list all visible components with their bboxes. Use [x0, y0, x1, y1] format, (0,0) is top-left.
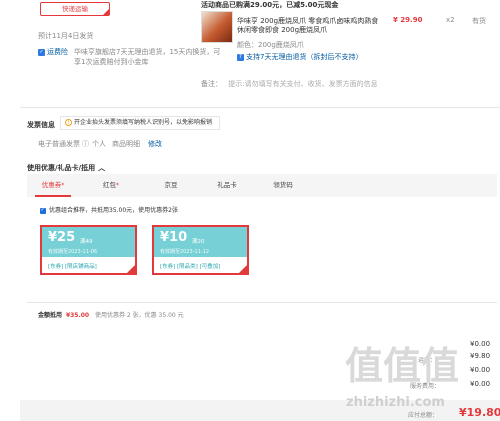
- product-name-line2[interactable]: 休闲零食即食 200g鹿烧凤爪: [237, 25, 327, 35]
- tab-jingdou[interactable]: 京豆: [143, 174, 199, 197]
- help-icon[interactable]: ⓘ: [82, 140, 89, 148]
- product-image[interactable]: [201, 11, 233, 43]
- total-row-value-1: ¥9.80: [470, 352, 491, 360]
- coupon-tags: [东券] [限店铺商品]: [48, 264, 97, 270]
- total-row-value-3: ¥0.00: [470, 380, 491, 388]
- shield-icon: ✓: [38, 48, 45, 56]
- invoice-title: 发票信息: [27, 121, 55, 129]
- payable-amount: ¥19.80: [459, 406, 500, 419]
- coupon-amount: ¥10: [160, 230, 188, 245]
- invoice-edit-link[interactable]: 修改: [148, 139, 162, 149]
- tab-coupons[interactable]: 优惠券*: [27, 174, 79, 197]
- support-returns-text: 支持7天无理由退货（拆封后不支持）: [246, 53, 363, 61]
- discount-divider: [27, 302, 497, 303]
- coupon-condition: 满20: [192, 239, 205, 245]
- remark-row: 备注： 提示:请勿填写有关支付、收货、发票方面的信息: [201, 79, 497, 91]
- product-qty: x2: [446, 16, 455, 24]
- invoice-person: 个人: [92, 140, 106, 148]
- product-price: ¥ 29.90: [393, 16, 423, 24]
- remark-input[interactable]: 提示:请勿填写有关支付、收货、发票方面的信息: [228, 80, 377, 88]
- coupon-amount: ¥25: [48, 230, 76, 245]
- discount-summary: 金额抵用 ¥35.00 使用优惠券 2 张，优惠 35.00 元: [38, 312, 184, 319]
- coupon-condition: 满49: [80, 239, 93, 245]
- remark-label: 备注：: [201, 80, 222, 88]
- invoice-detail: 商品明细: [112, 140, 140, 148]
- bulb-icon: !: [65, 119, 72, 126]
- chevron-up-icon: ︿: [98, 164, 106, 172]
- shipping-estimate: 预计11月4日发货: [38, 32, 94, 40]
- selected-check-icon: [127, 265, 135, 273]
- watermark-url: zhizhizhi.com: [346, 395, 445, 410]
- promo-banner: 活动商品已购满29.00元，已减5.00元现金: [201, 1, 339, 9]
- selected-check-icon: [239, 265, 247, 273]
- invoice-tip: ! 开企业抬头发票须填写纳税人识别号，以免影响报销: [60, 116, 220, 130]
- coupon-card[interactable]: ¥25 满49 有效期至2023-11-06 [东券] [限店铺商品]: [40, 225, 137, 275]
- invoice-type-label: 电子普通发票: [38, 140, 80, 148]
- section-divider: [20, 107, 500, 108]
- shipping-method-button[interactable]: 快递运输: [40, 2, 110, 16]
- product-stock: 有货: [472, 17, 486, 25]
- product-color: 颜色：200g鹿烧凤爪: [237, 41, 304, 49]
- discount-recommend[interactable]: 优惠组合推荐，共抵用35.00元，使用优惠券2张: [40, 205, 178, 214]
- tab-red-packets[interactable]: 红包*: [83, 174, 139, 197]
- coupon-date: 有效期至2023-11-06: [48, 249, 98, 255]
- discount-tabs: 优惠券* 红包* 京豆 礼品卡 领货码: [27, 174, 497, 197]
- coupon-date: 有效期至2023-11-12: [160, 249, 210, 255]
- invoice-type: 电子普通发票 ⓘ: [38, 139, 89, 149]
- returns-desc-1: 华味亨旗舰店7天无理由退货，15天内换货，可: [74, 48, 221, 56]
- coupon-card[interactable]: ¥10 满20 有效期至2023-11-12 [东券] [限品类] [可叠加]: [152, 225, 249, 275]
- support-returns: 7 支持7天无理由退货（拆封后不支持）: [237, 52, 362, 62]
- returns-desc-2: 享1次运费赔付到小金库: [74, 58, 149, 66]
- tab-redeem-code[interactable]: 领货码: [255, 174, 311, 197]
- total-row-value-2: ¥0.00: [470, 366, 491, 374]
- payable-label: 应付总额：: [408, 412, 439, 419]
- discount-title[interactable]: 使用优惠/礼品卡/抵用 ︿: [27, 163, 105, 173]
- recommend-checkbox[interactable]: [40, 207, 46, 214]
- coupon-tags: [东券] [限品类] [可叠加]: [160, 264, 221, 270]
- returns-info: ✓ 运费险: [38, 47, 68, 57]
- returns-icon: 7: [237, 53, 244, 61]
- returns-tag[interactable]: 运费险: [47, 48, 68, 56]
- total-row-value-0: ¥0.00: [470, 340, 491, 348]
- tab-gift-card[interactable]: 礼品卡: [199, 174, 255, 197]
- watermark-logo: 值值值: [345, 343, 460, 388]
